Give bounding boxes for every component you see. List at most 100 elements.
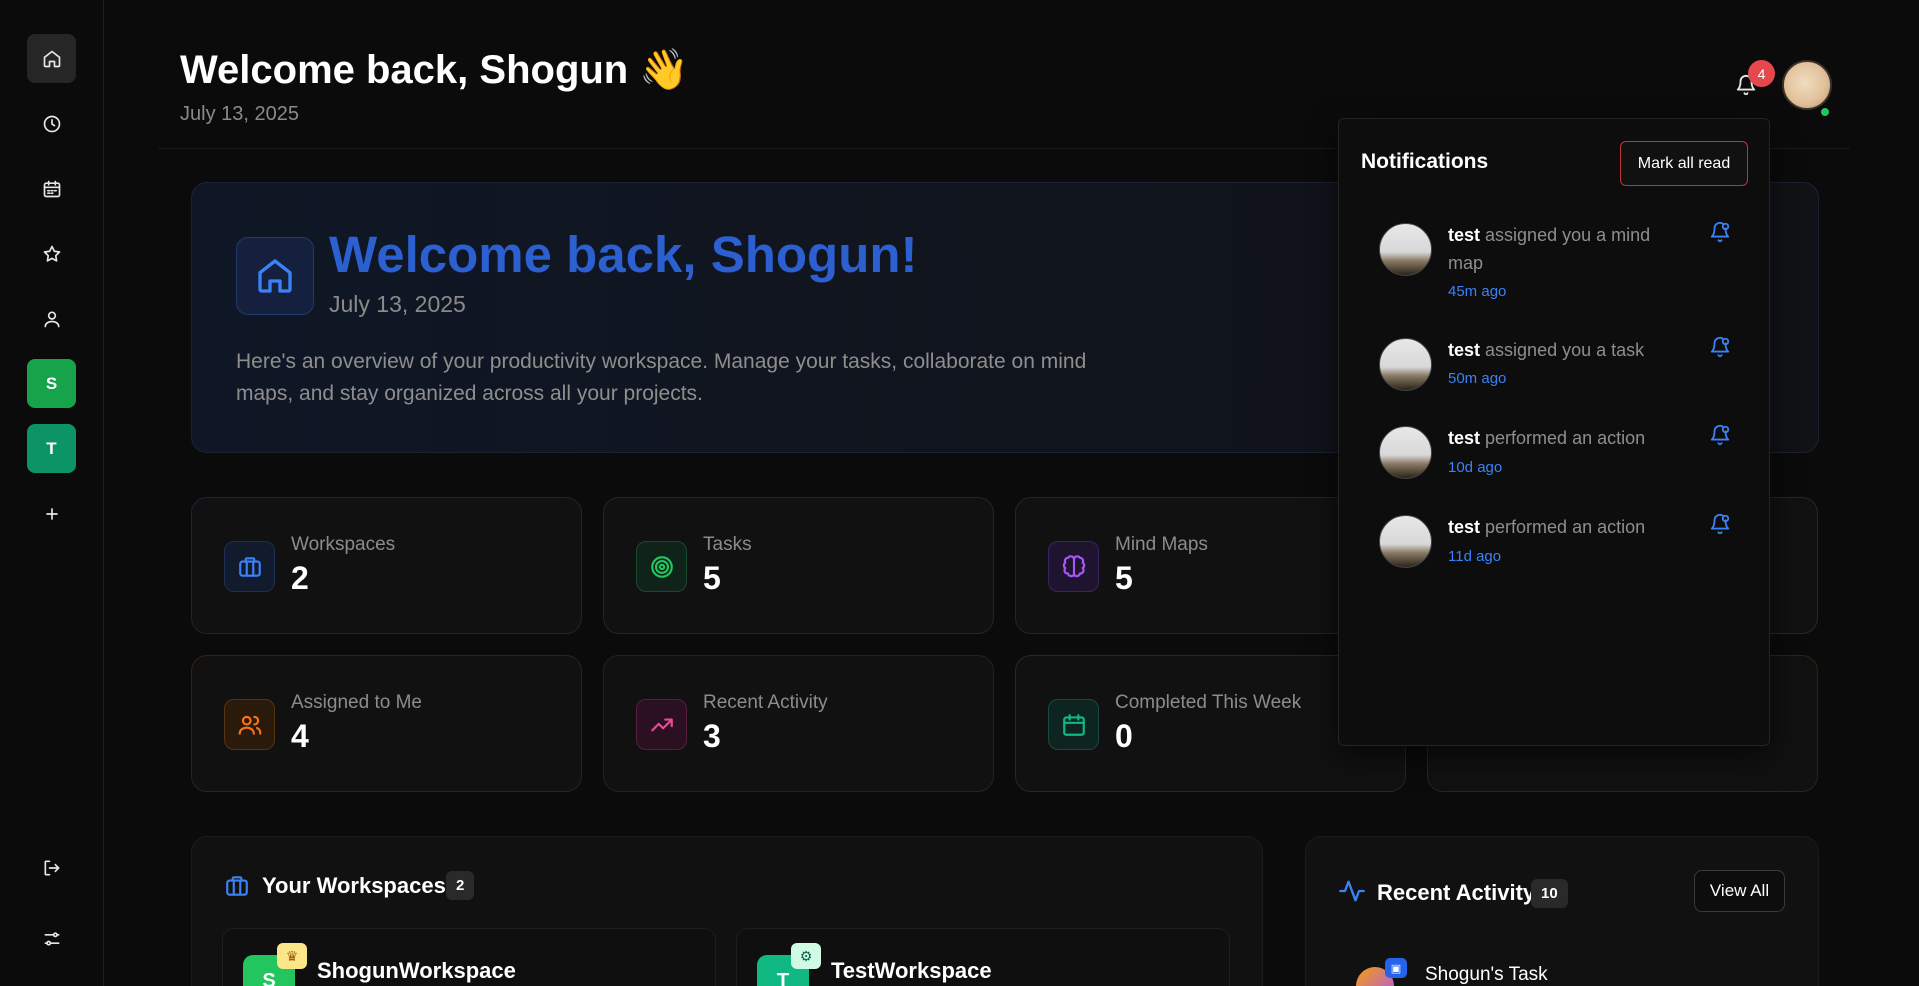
workspace-letter: S [45, 373, 58, 393]
workspace-letter: S [262, 969, 276, 986]
notification-time: 50m ago [1448, 370, 1507, 387]
clock-icon [43, 115, 60, 132]
plus-icon [45, 507, 58, 520]
trending-up-icon [650, 718, 673, 731]
add-workspace-button[interactable] [27, 489, 76, 538]
workspace-name: ShogunWorkspace [317, 958, 516, 983]
sidebar-item-favorites[interactable] [27, 229, 76, 278]
workspace-card-test[interactable]: T ⚙ TestWorkspace [736, 928, 1230, 986]
notifications-title: Notifications [1361, 150, 1489, 173]
stat-value: 5 [1115, 560, 1133, 596]
workspace-letter: T [776, 969, 790, 986]
sidebar-item-profile[interactable] [27, 294, 76, 343]
recent-activity-count-chip: 10 [1531, 879, 1568, 908]
notification-text: test assigned you a task [1448, 336, 1678, 364]
mark-all-read-button[interactable]: Mark all read [1620, 141, 1748, 186]
star-icon [43, 245, 60, 262]
page-title-text: Welcome back, Shogun [180, 48, 629, 92]
view-all-button[interactable]: View All [1694, 870, 1785, 912]
stat-icon-box [1048, 541, 1099, 592]
sidebar-item-calendar[interactable] [27, 164, 76, 213]
sidebar-item-home[interactable] [27, 34, 76, 83]
calendar-icon [1062, 713, 1085, 736]
hero-date: July 13, 2025 [329, 291, 466, 317]
user-avatar[interactable] [1782, 60, 1832, 110]
brain-icon [1062, 554, 1085, 577]
stat-label: Recent Activity [703, 692, 828, 713]
settings-button[interactable] [27, 914, 76, 963]
stat-card-workspaces[interactable]: Workspaces 2 [191, 497, 582, 634]
home-icon [43, 50, 60, 67]
briefcase-icon: ▣ [1385, 958, 1407, 978]
notification-message: assigned you a task [1485, 340, 1645, 360]
sidebar: S T [0, 0, 104, 986]
page-date: July 13, 2025 [180, 103, 299, 125]
notification-count-badge: 4 [1748, 60, 1775, 87]
bell-dot-icon [1710, 513, 1730, 535]
workspace-letter: T [46, 438, 57, 458]
target-icon [650, 555, 673, 578]
notification-bell-button[interactable] [1709, 336, 1731, 358]
briefcase-icon [238, 556, 261, 577]
notification-avatar [1379, 223, 1432, 276]
bell-dot-icon [1710, 221, 1730, 243]
stat-card-tasks[interactable]: Tasks 5 [603, 497, 994, 634]
notification-time: 10d ago [1448, 459, 1503, 476]
notification-text: test performed an action [1448, 513, 1678, 541]
notification-avatar [1379, 426, 1432, 479]
sidebar-workspace-s[interactable]: S [27, 359, 76, 408]
stat-value: 3 [703, 718, 721, 754]
logout-icon [44, 860, 60, 875]
notification-avatar [1379, 515, 1432, 568]
sliders-icon [44, 931, 60, 946]
bell-dot-icon [1710, 424, 1730, 446]
notification-user: test [1448, 517, 1481, 537]
activity-icon [1339, 880, 1365, 902]
notification-text: test performed an action [1448, 424, 1678, 452]
page-title: Welcome back, Shogun 👋 [180, 46, 689, 93]
stat-label: Workspaces [291, 534, 396, 555]
notification-avatar [1379, 338, 1432, 391]
sidebar-workspace-t[interactable]: T [27, 424, 76, 473]
notification-time: 45m ago [1448, 283, 1507, 300]
hero-title: Welcome back, Shogun! [329, 226, 918, 283]
notification-user: test [1448, 428, 1481, 448]
workspace-card-shogun[interactable]: S ♛ ShogunWorkspace [222, 928, 716, 986]
app-root: S T Welcome back, Shogun 👋 July 13, 2025… [0, 0, 1919, 986]
stat-label: Assigned to Me [291, 692, 422, 713]
stat-label: Mind Maps [1115, 534, 1208, 555]
wave-emoji: 👋 [639, 48, 690, 92]
stat-value: 5 [703, 560, 721, 596]
workspaces-count-chip: 2 [446, 871, 475, 900]
calendar-icon [43, 180, 60, 197]
stat-icon-box [636, 541, 687, 592]
workspaces-panel-title: Your Workspaces [262, 873, 446, 898]
recent-activity-title: Recent Activity [1377, 880, 1536, 905]
notification-user: test [1448, 225, 1481, 245]
notification-user: test [1448, 340, 1481, 360]
logout-button[interactable] [27, 843, 76, 892]
crown-icon: ♛ [277, 943, 307, 969]
notification-message: performed an action [1485, 428, 1646, 448]
gear-icon: ⚙ [791, 943, 821, 969]
bell-dot-icon [1710, 336, 1730, 358]
stat-icon-box [1048, 699, 1099, 750]
stat-icon-box [636, 699, 687, 750]
workspace-name: TestWorkspace [831, 958, 992, 983]
activity-item-title[interactable]: Shogun's Task [1425, 964, 1548, 986]
user-icon [44, 311, 60, 327]
stat-label: Tasks [703, 534, 752, 555]
notification-bell-button[interactable] [1709, 513, 1731, 535]
notification-bell-button[interactable] [1709, 424, 1731, 446]
stat-value: 4 [291, 718, 309, 754]
online-status-dot [1819, 106, 1831, 118]
notifications-dropdown: Notifications Mark all read test assigne… [1338, 118, 1770, 746]
hero-home-icon-box [236, 237, 314, 315]
sidebar-item-recent[interactable] [27, 99, 76, 148]
home-icon [258, 259, 292, 293]
notification-time: 11d ago [1448, 548, 1502, 565]
stat-card-assigned[interactable]: Assigned to Me 4 [191, 655, 582, 792]
stat-icon-box [224, 541, 275, 592]
stat-card-recent-activity[interactable]: Recent Activity 3 [603, 655, 994, 792]
notification-bell-button[interactable] [1709, 221, 1731, 243]
